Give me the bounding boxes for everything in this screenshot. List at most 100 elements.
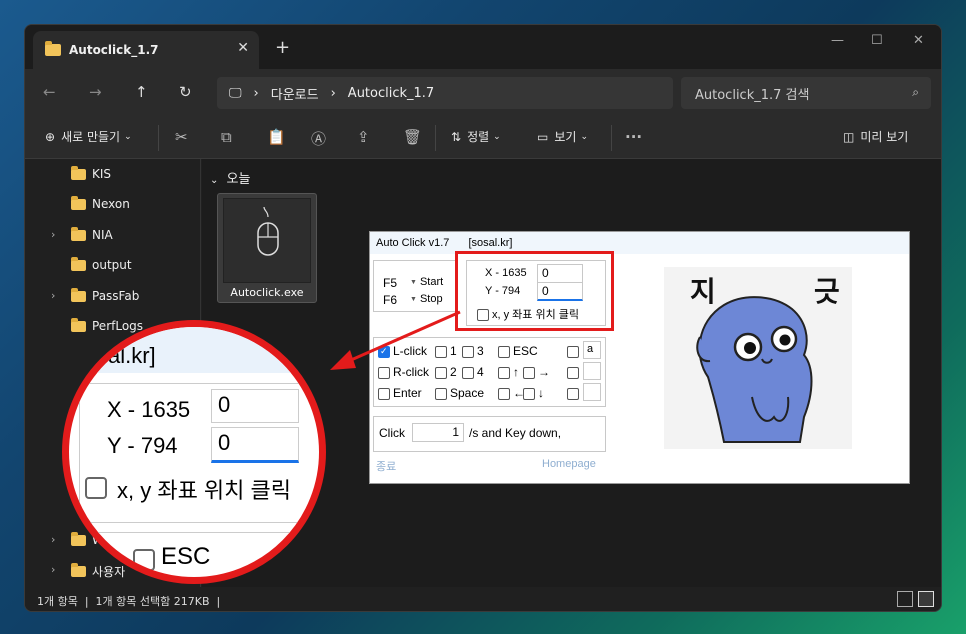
click-label: Click xyxy=(379,426,405,440)
cut-icon[interactable]: ✂ xyxy=(175,128,188,146)
back-icon[interactable]: ← xyxy=(43,83,56,101)
checkbox[interactable] xyxy=(567,345,579,358)
folder-icon xyxy=(71,226,86,241)
app-title: Auto Click v1.7 xyxy=(376,237,450,249)
custom-key-checkbox-3[interactable] xyxy=(567,386,582,400)
folder-icon xyxy=(71,195,86,210)
plus-circle-icon: ⊕ xyxy=(45,129,56,144)
rename-icon[interactable]: Ⓐ xyxy=(311,128,326,149)
breadcrumb-autoclick[interactable]: Autoclick_1.7 xyxy=(348,86,434,101)
sidebar-item-nia[interactable]: NIA xyxy=(71,226,113,242)
space-checkbox[interactable]: Space xyxy=(435,386,484,400)
window-close-icon[interactable]: ✕ xyxy=(913,33,924,48)
folder-icon xyxy=(71,256,86,271)
sidebar-item-label: NIA xyxy=(92,228,113,242)
sidebar-item-output[interactable]: output xyxy=(71,256,132,272)
close-icon[interactable]: ✕ xyxy=(237,40,249,56)
sidebar-item-label: KIS xyxy=(92,167,112,181)
sidebar-item-passfab[interactable]: PassFab xyxy=(71,287,140,303)
up-icon[interactable]: ↑ xyxy=(135,83,148,101)
tiles-view-icon[interactable] xyxy=(918,591,934,607)
app-title-bar: Auto Click v1.7 [sosal.kr] xyxy=(370,232,909,254)
magnified-y-label: Y - 794 xyxy=(107,433,178,458)
chevron-right-icon[interactable]: › xyxy=(51,533,55,546)
details-view-icon[interactable] xyxy=(897,591,913,607)
exit-link[interactable]: 종료 xyxy=(376,458,396,474)
click-rate-group: Click 1 /s and Key down, xyxy=(373,416,606,452)
search-icon: ⌕ xyxy=(912,85,919,99)
breadcrumb-downloads[interactable]: 다운로드 xyxy=(271,84,319,103)
view-button[interactable]: ▭ 보기 ⌄ xyxy=(537,128,588,145)
sidebar-item-label: PassFab xyxy=(92,289,140,303)
sidebar-item-label: Nexon xyxy=(92,197,130,211)
checkbox[interactable] xyxy=(523,366,535,379)
maximize-icon[interactable]: ☐ xyxy=(871,33,883,48)
title-bar: Autoclick_1.7 ✕ + — ☐ ✕ xyxy=(25,25,941,69)
copy-icon[interactable]: ⧉ xyxy=(221,128,232,146)
start-dropdown[interactable]: ▼ Start xyxy=(410,276,443,288)
checkbox[interactable] xyxy=(378,387,390,400)
file-name: Autoclick.exe xyxy=(230,286,304,299)
custom-key-input-3[interactable] xyxy=(583,383,601,401)
checkbox[interactable] xyxy=(523,387,535,400)
magnified-site: sal.kr] xyxy=(97,343,156,368)
checkbox[interactable] xyxy=(498,387,510,400)
add-tab-icon[interactable]: + xyxy=(275,37,290,58)
custom-key-checkbox-2[interactable] xyxy=(567,365,582,379)
checkbox[interactable] xyxy=(567,387,579,400)
group-header[interactable]: ⌄ 오늘 xyxy=(210,168,250,187)
computer-icon: 🖵 xyxy=(229,85,242,101)
esc-checkbox[interactable]: ESC xyxy=(498,344,538,358)
forward-icon[interactable]: → xyxy=(89,83,102,101)
new-label: 새로 만들기 xyxy=(61,130,121,144)
refresh-icon[interactable]: ↻ xyxy=(179,83,192,101)
custom-key-input-1[interactable]: a xyxy=(583,341,601,359)
sort-icon: ⇅ xyxy=(451,129,462,144)
delete-icon[interactable]: 🗑 xyxy=(403,128,422,146)
more-icon[interactable]: ··· xyxy=(625,128,642,146)
down-checkbox[interactable]: ↓ xyxy=(523,386,544,400)
sticker-text-1: 지 xyxy=(690,275,716,308)
chevron-right-icon[interactable]: › xyxy=(51,563,55,576)
magnified-x-input: 0 xyxy=(211,389,299,423)
address-bar[interactable]: 🖵 › 다운로드 › Autoclick_1.7 xyxy=(217,77,673,109)
folder-icon xyxy=(71,287,86,302)
homepage-link[interactable]: Homepage xyxy=(542,458,596,470)
tab-autoclick[interactable]: Autoclick_1.7 ✕ xyxy=(33,31,259,69)
preview-pane-icon: ◫ xyxy=(843,129,855,144)
right-checkbox[interactable]: → xyxy=(523,365,550,379)
new-button[interactable]: ⊕ 새로 만들기 ⌄ xyxy=(45,128,132,145)
click-rate-input[interactable]: 1 xyxy=(412,423,464,442)
checkbox[interactable] xyxy=(498,366,510,379)
share-icon[interactable]: ⇪ xyxy=(357,128,370,146)
chevron-down-icon: ⌄ xyxy=(493,131,501,142)
search-input[interactable]: Autoclick_1.7 검색 ⌕ xyxy=(681,77,931,109)
sidebar-item-nexon[interactable]: Nexon xyxy=(71,195,130,211)
magnified-xy-click: x, y 좌표 위치 클릭 xyxy=(117,478,292,503)
minimize-icon[interactable]: — xyxy=(831,33,844,48)
paste-icon[interactable]: 📋 xyxy=(267,128,286,146)
file-item-autoclick[interactable]: Autoclick.exe xyxy=(217,193,317,303)
up-checkbox[interactable]: ↑ xyxy=(498,365,519,379)
sidebar-item-kis[interactable]: KIS xyxy=(71,165,112,181)
custom-key-checkbox-1[interactable] xyxy=(567,344,582,358)
chevron-right-icon[interactable]: › xyxy=(51,228,55,241)
magnified-esc: ESC xyxy=(161,543,211,570)
checkbox[interactable] xyxy=(567,366,579,379)
left-checkbox[interactable]: ← xyxy=(498,386,525,400)
checkbox[interactable] xyxy=(435,387,447,400)
group-header-label: 오늘 xyxy=(226,172,251,187)
command-bar: ⊕ 새로 만들기 ⌄ ✂ ⧉ 📋 Ⓐ ⇪ 🗑 ⇅ 정렬 ⌄ ▭ 보기 ⌄ ···… xyxy=(25,117,941,159)
chevron-down-icon: ⌄ xyxy=(124,131,132,142)
enter-checkbox[interactable]: Enter xyxy=(378,386,422,400)
preview-button[interactable]: ◫ 미리 보기 xyxy=(843,128,908,145)
chevron-right-icon: › xyxy=(253,85,259,101)
checkbox[interactable] xyxy=(498,345,510,358)
sticker-text-2: 긋 xyxy=(814,275,840,308)
custom-key-input-2[interactable] xyxy=(583,362,601,380)
chevron-right-icon[interactable]: › xyxy=(51,289,55,302)
magnifier-zoom: sal.kr] X - 1635 0 Y - 794 0 x, y 좌표 위치 … xyxy=(62,320,326,584)
status-text: 1개 항목 | 1개 항목 선택함 217KB | xyxy=(37,595,221,608)
sort-button[interactable]: ⇅ 정렬 ⌄ xyxy=(451,128,501,145)
status-bar: 1개 항목 | 1개 항목 선택함 217KB | xyxy=(25,587,941,611)
